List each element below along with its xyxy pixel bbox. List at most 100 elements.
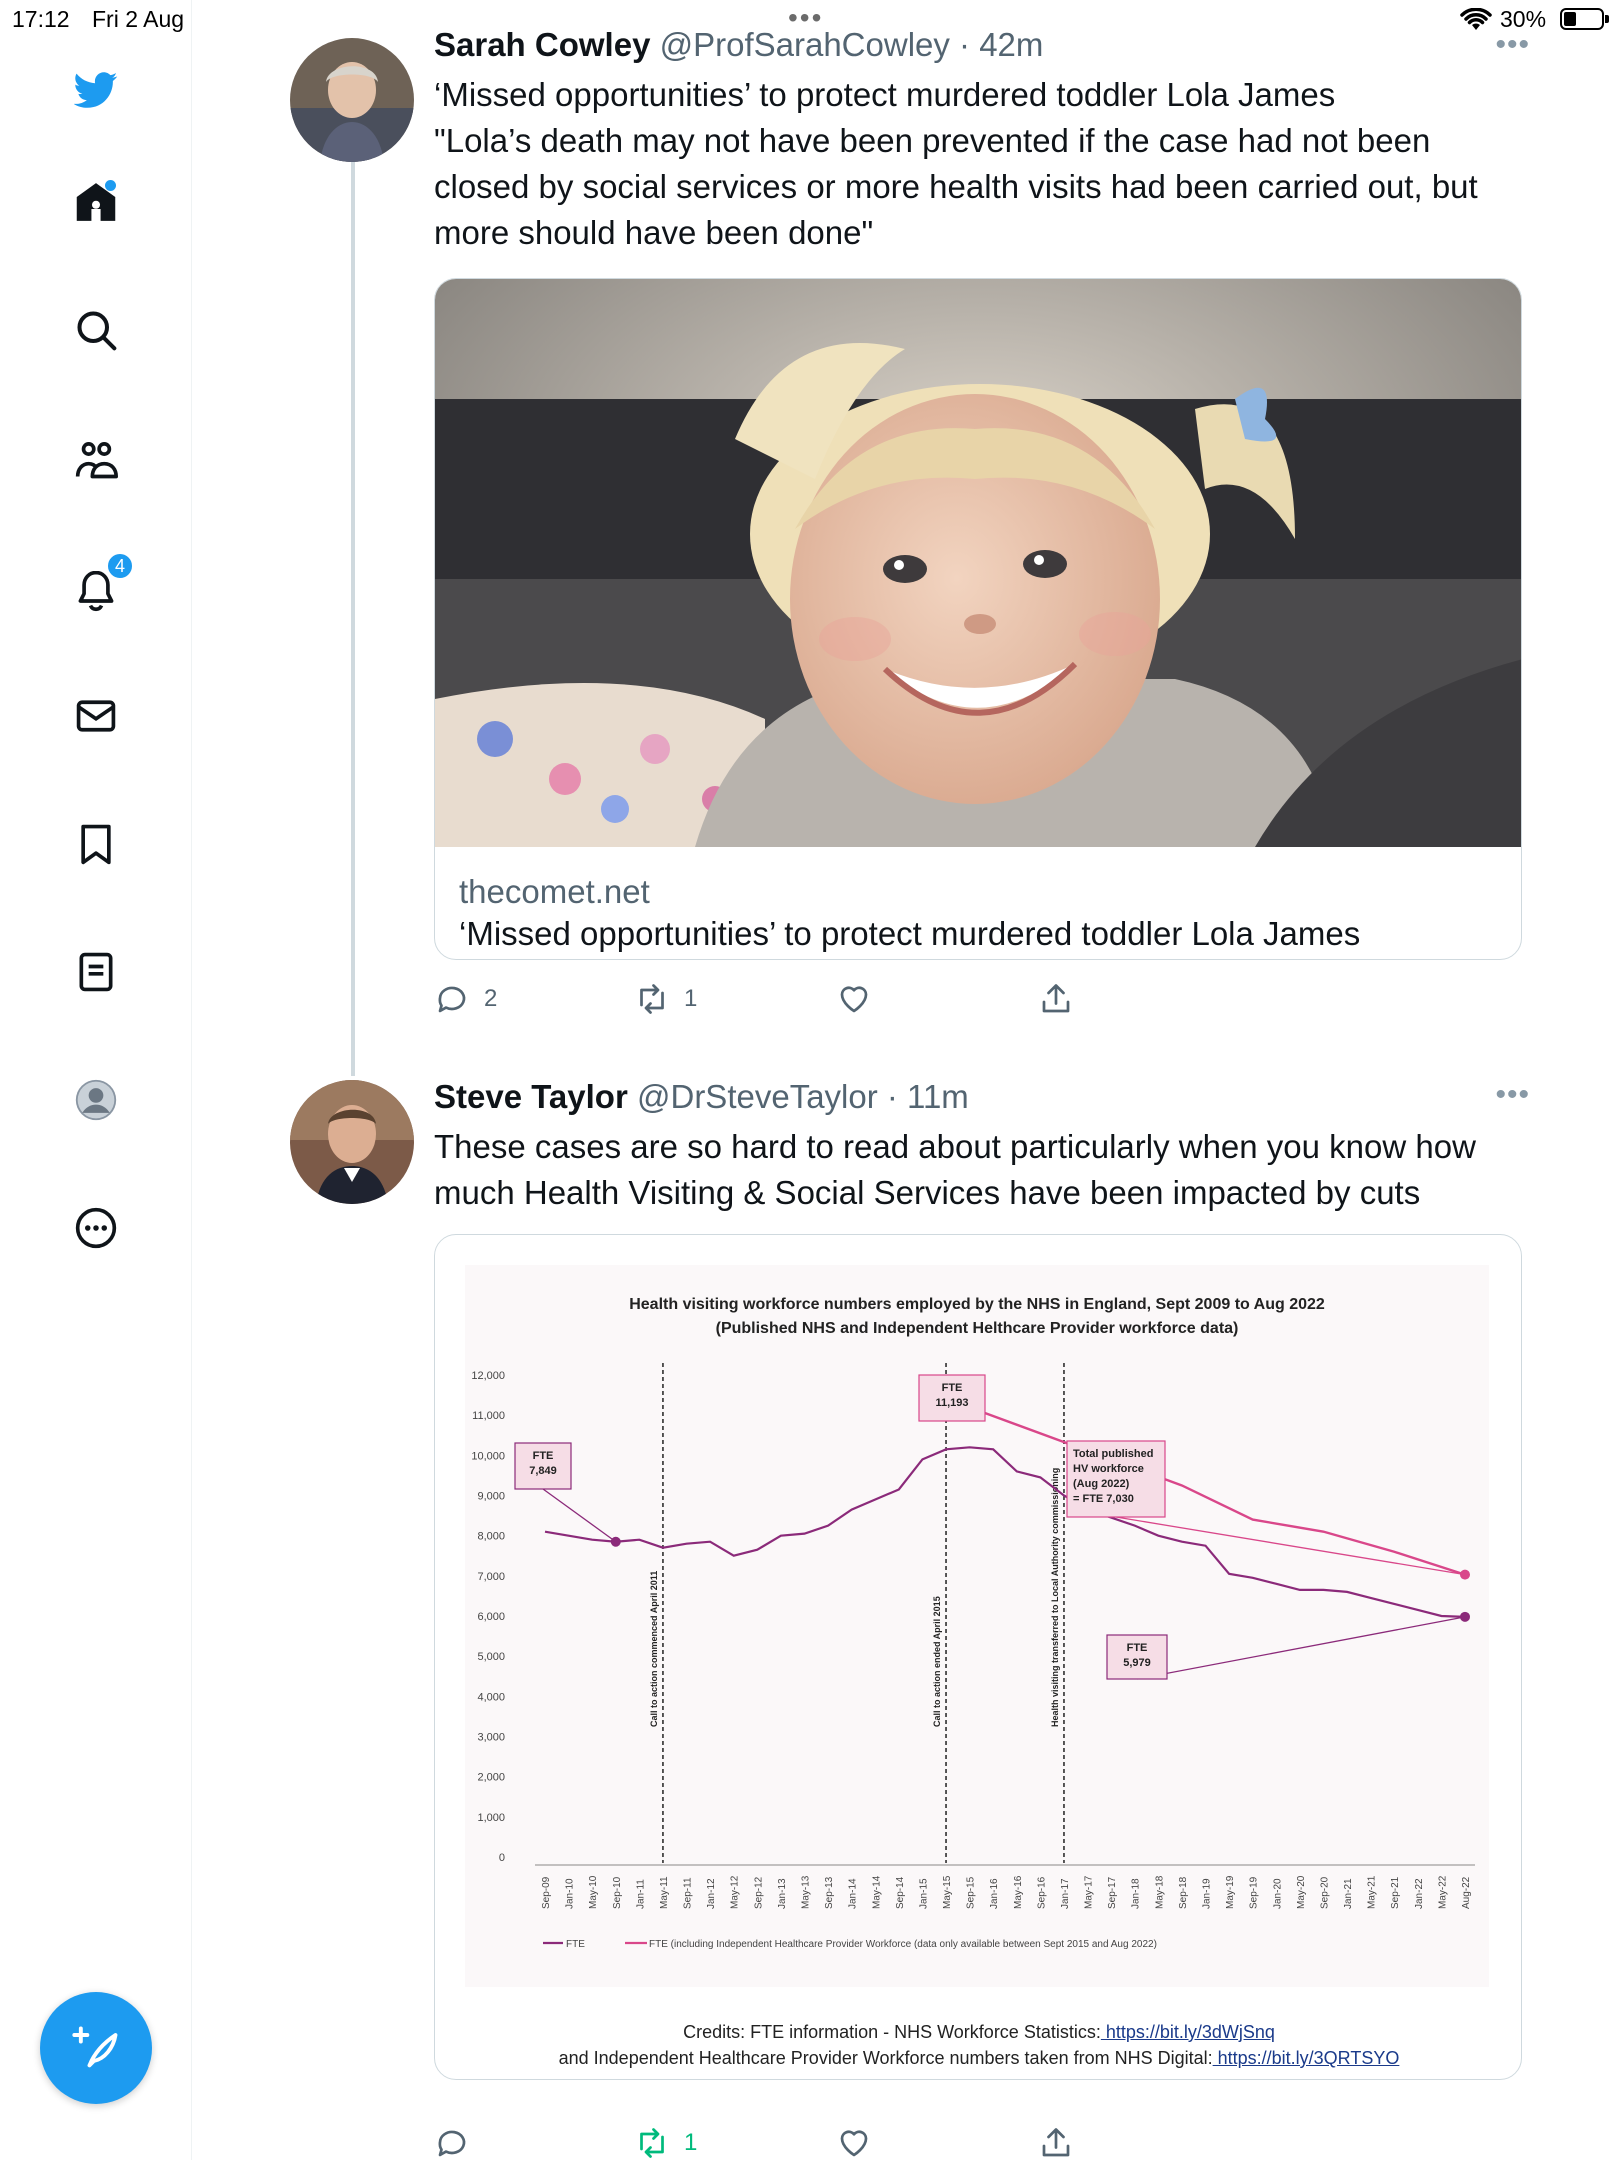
- share-icon: [1042, 984, 1070, 1013]
- x-tick-label: May-20: [1296, 1875, 1307, 1909]
- tweet-text-line: closed by social services or more health…: [434, 168, 1478, 205]
- twitter-logo-icon[interactable]: [66, 60, 126, 120]
- reply-button[interactable]: [434, 2118, 484, 2160]
- y-tick-label: 3,000: [477, 1732, 505, 1744]
- x-tick-label: Jan-13: [777, 1878, 788, 1909]
- credits-text-1: Credits: FTE information - NHS Workforce…: [683, 2022, 1101, 2042]
- tweet-text: These cases are so hard to read about pa…: [434, 1124, 1524, 1216]
- share-button[interactable]: [1038, 2118, 1074, 2160]
- x-tick-label: Jan-19: [1202, 1878, 1213, 1909]
- x-tick-label: May-10: [588, 1875, 599, 1909]
- share-button[interactable]: [1038, 974, 1074, 1024]
- x-tick-label: May-15: [942, 1875, 953, 1909]
- y-tick-label: 8,000: [477, 1531, 505, 1543]
- author-name[interactable]: Sarah Cowley: [434, 26, 650, 63]
- tweet-more-icon[interactable]: •••: [1495, 1078, 1530, 1112]
- annotation-leader-line: [1136, 1616, 1466, 1680]
- x-tick-label: Sep-21: [1390, 1876, 1401, 1909]
- x-tick-label: May-12: [730, 1875, 741, 1909]
- series-line-fte-incl-ihp: [969, 1406, 1466, 1576]
- chart-svg: 0 1,000 2,000 3,000 4,000 5,000 6,000 7,000 8,00…: [471, 1363, 1475, 1950]
- messages-envelope-icon[interactable]: [66, 686, 126, 746]
- avatar[interactable]: [290, 38, 414, 162]
- x-tick-label: Jan-20: [1272, 1878, 1283, 1909]
- author-handle[interactable]: @ProfSarahCowley: [660, 26, 950, 63]
- credits-line-2: and Independent Healthcare Provider Work…: [435, 2045, 1521, 2071]
- y-tick-label: 1,000: [477, 1812, 505, 1824]
- profile-avatar-icon[interactable]: [66, 1070, 126, 1130]
- chart-image-card[interactable]: Health visiting workforce numbers employ…: [434, 1234, 1522, 2080]
- x-tick-label: May-18: [1154, 1875, 1165, 1909]
- retweet-button[interactable]: 1: [634, 2118, 697, 2160]
- link-card-domain: thecomet.net: [459, 873, 650, 910]
- x-tick-label: Jan-11: [635, 1879, 646, 1909]
- x-tick-label: Jan-12: [706, 1878, 717, 1909]
- more-options-icon[interactable]: [66, 1198, 126, 1258]
- credits-text-2: and Independent Healthcare Provider Work…: [558, 2048, 1213, 2068]
- feather-plus-icon: [72, 2026, 118, 2068]
- tweet-text-line: much Health Visiting & Social Services h…: [434, 1174, 1421, 1211]
- retweet-count: 1: [684, 2129, 698, 2156]
- explore-search-icon[interactable]: [66, 300, 126, 360]
- tweet-time[interactable]: · 11m: [887, 1078, 969, 1115]
- tweet-more-icon[interactable]: •••: [1495, 28, 1530, 62]
- notifications-bell-icon[interactable]: 4: [66, 552, 134, 620]
- avatar[interactable]: [290, 1080, 414, 1204]
- annotation-text: HV workforce: [1073, 1463, 1144, 1475]
- tweet-actions: 2 1: [434, 974, 1334, 1024]
- x-tick-label: Jan-17: [1060, 1878, 1071, 1909]
- credits-link-1[interactable]: https://bit.ly/3dWjSnq: [1101, 2022, 1275, 2042]
- author-name[interactable]: Steve Taylor: [434, 1078, 628, 1115]
- chart-credits: Credits: FTE information - NHS Workforce…: [435, 2019, 1521, 2071]
- x-tick-label: Jan-16: [989, 1878, 1000, 1909]
- tweet-header: Sarah Cowley @ProfSarahCowley · 42m: [434, 26, 1043, 64]
- x-tick-label: Aug-22: [1461, 1876, 1472, 1909]
- lists-icon[interactable]: [66, 942, 126, 1002]
- annotation-text: (Aug 2022): [1073, 1478, 1130, 1490]
- compose-tweet-button[interactable]: [40, 1992, 152, 2104]
- home-icon[interactable]: [66, 172, 126, 232]
- tweet[interactable]: Sarah Cowley @ProfSarahCowley · 42m ••• …: [290, 26, 1530, 1048]
- annotation-text: FTE: [1127, 1642, 1148, 1654]
- retweet-icon: [640, 984, 664, 1014]
- annotation-text: 11,193: [935, 1397, 968, 1409]
- reply-count: 2: [484, 985, 498, 1012]
- tweet-time[interactable]: · 42m: [959, 26, 1043, 63]
- x-tick-label: Sep-17: [1107, 1876, 1118, 1909]
- reply-button[interactable]: 2: [434, 974, 497, 1024]
- annotation-text: FTE: [533, 1450, 554, 1462]
- heart-icon: [840, 2130, 868, 2157]
- author-handle[interactable]: @DrSteveTaylor: [637, 1078, 878, 1115]
- link-card-photo: [435, 279, 1521, 847]
- x-tick-label: Sep-14: [895, 1876, 906, 1909]
- tweet-actions: 1: [434, 2118, 1334, 2160]
- like-button[interactable]: [836, 974, 886, 1024]
- y-tick-label: 0: [499, 1852, 505, 1864]
- legend-label-fte: FTE: [566, 1939, 585, 1950]
- tweet[interactable]: Steve Taylor @DrSteveTaylor · 11m ••• Th…: [290, 1072, 1530, 2160]
- y-tick-label: 6,000: [477, 1611, 505, 1623]
- communities-icon[interactable]: [66, 430, 126, 490]
- reference-line-label: Call to action commenced April 2011: [649, 1571, 659, 1727]
- retweet-count: 1: [684, 985, 698, 1012]
- link-card[interactable]: thecomet.net ‘Missed opportunities’ to p…: [434, 278, 1522, 960]
- tweet-text-line: "Lola’s death may not have been prevente…: [434, 122, 1431, 159]
- x-tick-label: May-16: [1013, 1875, 1024, 1909]
- tweet-text-line: These cases are so hard to read about pa…: [434, 1128, 1476, 1165]
- x-tick-label: Jan-14: [848, 1878, 859, 1909]
- x-tick-label: Sep-20: [1319, 1876, 1330, 1909]
- annotation-text: FTE: [942, 1382, 963, 1394]
- share-icon: [1042, 2128, 1070, 2157]
- annotation-text: 7,849: [529, 1465, 557, 1477]
- annotation-text: Total published: [1073, 1448, 1153, 1460]
- bookmarks-icon[interactable]: [66, 814, 126, 874]
- like-button[interactable]: [836, 2118, 886, 2160]
- x-tick-label: Sep-12: [753, 1876, 764, 1909]
- annotation-text: = FTE 7,030: [1073, 1493, 1134, 1505]
- x-tick-label: Sep-18: [1178, 1876, 1189, 1909]
- credits-line-1: Credits: FTE information - NHS Workforce…: [435, 2019, 1521, 2045]
- retweet-button[interactable]: 1: [634, 974, 697, 1024]
- credits-link-2[interactable]: https://bit.ly/3QRTSYO: [1213, 2048, 1400, 2068]
- x-tick-label: Sep-16: [1036, 1876, 1047, 1909]
- y-tick-label: 5,000: [477, 1651, 505, 1663]
